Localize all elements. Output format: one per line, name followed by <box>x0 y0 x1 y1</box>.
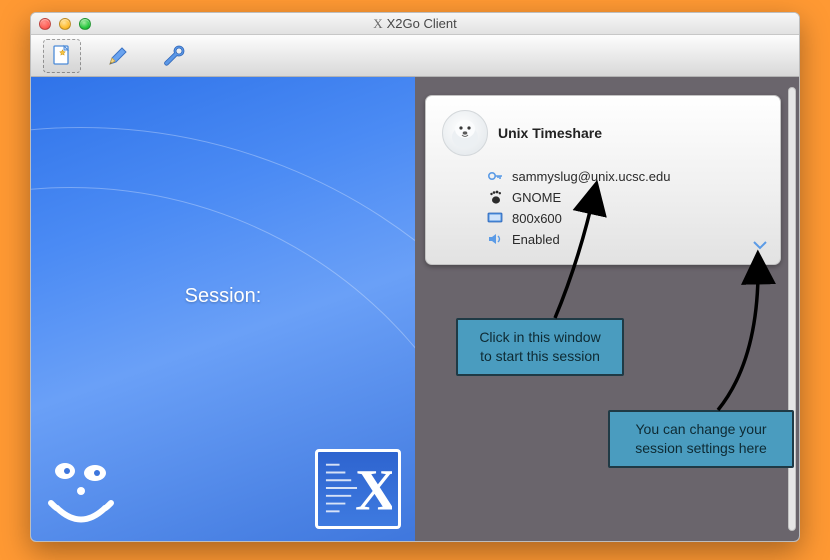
settings-button[interactable] <box>155 39 193 73</box>
session-login: sammyslug@unix.ucsc.edu <box>512 169 670 184</box>
window-title-text: X2Go Client <box>387 16 457 31</box>
pencil-icon <box>106 44 130 68</box>
minimize-button[interactable] <box>59 18 71 30</box>
x2go-logo: X <box>315 449 401 529</box>
edit-button[interactable] <box>99 39 137 73</box>
new-document-star-icon <box>50 44 74 68</box>
session-geometry: 800x600 <box>512 211 562 226</box>
window-controls <box>39 18 91 30</box>
session-sound-row: Enabled <box>486 231 764 247</box>
app-window: X X2Go Client S <box>30 12 800 542</box>
chevron-down-icon <box>752 239 768 251</box>
window-title: X X2Go Client <box>31 16 799 32</box>
session-panel: Session: <box>31 77 415 541</box>
seal-avatar-icon <box>447 115 483 151</box>
vertical-scrollbar[interactable] <box>788 87 796 531</box>
toolbar <box>31 35 799 77</box>
content-area: Session: <box>31 77 799 541</box>
titlebar[interactable]: X X2Go Client <box>31 13 799 35</box>
session-label: Session: <box>31 285 415 308</box>
session-name: Unix Timeshare <box>498 125 602 141</box>
wrench-icon <box>161 44 187 68</box>
session-sound: Enabled <box>512 232 560 247</box>
session-login-row: sammyslug@unix.ucsc.edu <box>486 168 764 184</box>
gnome-foot-icon <box>486 189 504 205</box>
session-avatar <box>442 110 488 156</box>
app-icon: X <box>373 16 382 32</box>
session-desktop-row: GNOME <box>486 189 764 205</box>
session-card-header: Unix Timeshare <box>442 110 764 156</box>
key-icon <box>486 168 504 184</box>
sessions-list-panel: Unix Timeshare sammyslug@unix.ucsc.edu <box>415 77 799 541</box>
new-session-button[interactable] <box>43 39 81 73</box>
session-desktop: GNOME <box>512 190 561 205</box>
x2go-x-icon: X <box>324 458 392 520</box>
zoom-button[interactable] <box>79 18 91 30</box>
svg-text:X: X <box>355 458 392 520</box>
session-geometry-row: 800x600 <box>486 210 764 226</box>
sound-icon <box>486 231 504 247</box>
expand-session-button[interactable] <box>752 239 768 254</box>
close-button[interactable] <box>39 18 51 30</box>
display-icon <box>486 210 504 226</box>
seal-logo-icon <box>43 453 133 531</box>
session-card[interactable]: Unix Timeshare sammyslug@unix.ucsc.edu <box>425 95 781 265</box>
